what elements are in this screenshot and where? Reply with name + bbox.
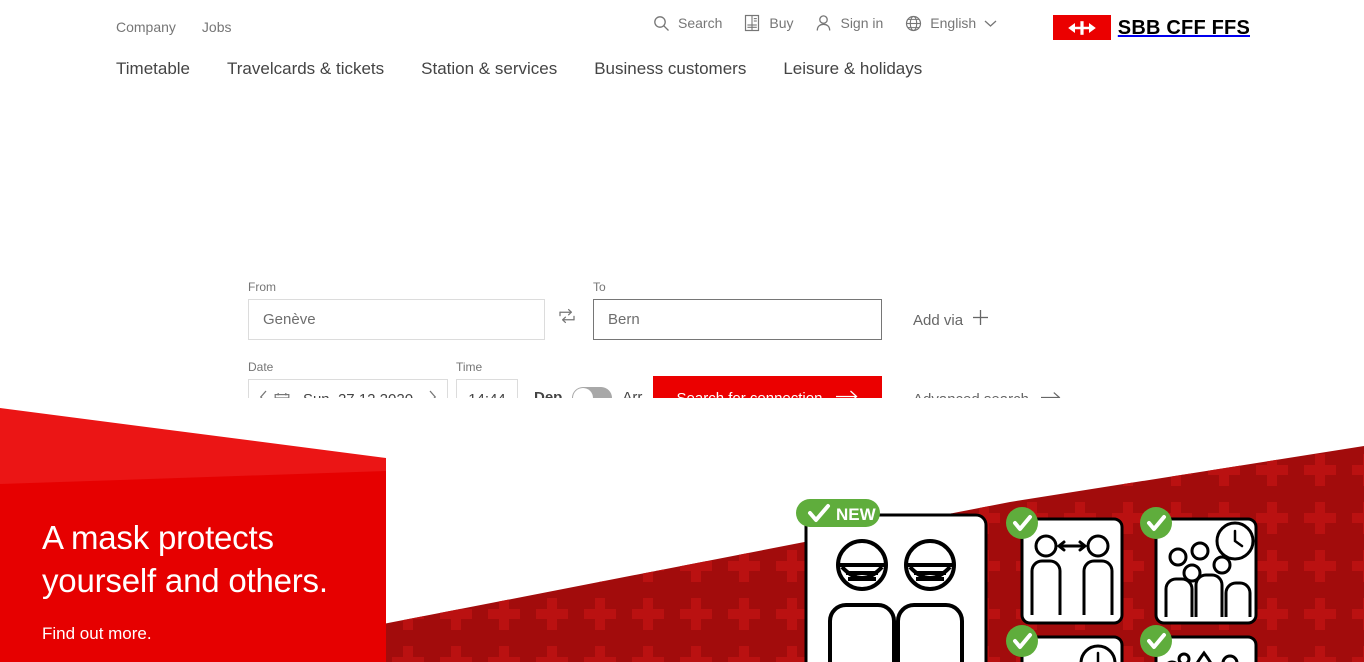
hero-headline: A mask protects yourself and others. (42, 519, 328, 599)
from-label: From (248, 280, 276, 294)
language-selector-label: English (930, 15, 977, 31)
search-icon (653, 15, 670, 32)
timetable-clock-card (1006, 625, 1124, 662)
buy-button-label: Buy (769, 15, 794, 31)
search-button-label: Search (678, 15, 723, 31)
meta-nav-left: Company Jobs (116, 18, 232, 36)
to-label: To (593, 280, 606, 294)
search-button[interactable]: Search (653, 14, 722, 32)
user-icon (815, 14, 832, 32)
distance-card (1006, 507, 1124, 625)
sign-in-button[interactable]: Sign in (815, 14, 883, 32)
plus-icon (972, 309, 989, 332)
nav-item-leisure-holidays[interactable]: Leisure & holidays (783, 58, 922, 80)
hero-banner[interactable]: A mask protects yourself and others. Fin… (0, 398, 1364, 662)
main-navigation: Timetable Travelcards & tickets Station … (116, 58, 922, 80)
timetable-search-panel: From Genève To Bern Add via Date Time (0, 113, 1364, 466)
from-field-group: From Genève (248, 279, 545, 340)
time-label: Time (456, 360, 483, 374)
chevron-down-icon (984, 19, 997, 28)
crowd-time-card (1140, 507, 1258, 625)
meta-link-jobs[interactable]: Jobs (202, 18, 232, 36)
meta-navigation: Company Jobs Search Buy Sign in English … (0, 0, 1364, 54)
hygiene-card (1140, 625, 1258, 662)
svg-text:NEW: NEW (836, 505, 877, 524)
nav-item-travelcards-tickets[interactable]: Travelcards & tickets (227, 58, 384, 80)
swap-arrows-icon (557, 306, 577, 329)
globe-icon (905, 15, 922, 32)
meta-nav-right: Search Buy Sign in English (653, 14, 997, 32)
ticket-icon (744, 14, 761, 32)
new-badge: NEW (796, 499, 880, 527)
site-header: Company Jobs Search Buy Sign in English … (0, 0, 1364, 113)
buy-button[interactable]: Buy (744, 14, 793, 32)
from-input[interactable]: Genève (248, 299, 545, 340)
add-via-button[interactable]: Add via (913, 309, 989, 332)
hero-text-block: A mask protects yourself and others. Fin… (42, 516, 372, 645)
date-label: Date (248, 360, 274, 374)
to-input[interactable]: Bern (593, 299, 882, 340)
nav-item-timetable[interactable]: Timetable (116, 58, 190, 80)
swiss-rail-symbol-icon (1052, 15, 1111, 40)
nav-item-station-services[interactable]: Station & services (421, 58, 557, 80)
sbb-logo[interactable]: SBB CFF FFS (1052, 15, 1250, 40)
hero-subline[interactable]: Find out more. (42, 622, 372, 645)
language-selector[interactable]: English (905, 14, 997, 32)
nav-item-business-customers[interactable]: Business customers (594, 58, 746, 80)
to-field-group: To Bern (593, 279, 882, 340)
meta-link-company[interactable]: Company (116, 18, 176, 36)
add-via-label: Add via (913, 311, 964, 329)
logo-text: SBB CFF FFS (1117, 16, 1250, 39)
sign-in-button-label: Sign in (840, 15, 884, 31)
hero-illustration: NEW (796, 499, 1258, 662)
swap-stations-button[interactable] (553, 303, 581, 331)
